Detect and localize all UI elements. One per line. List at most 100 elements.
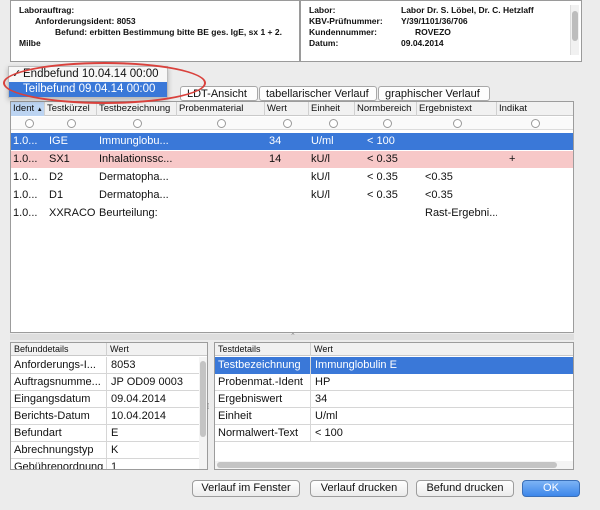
table-row[interactable]: 1.0... D2 Dermatopha... kU/l < 0.35 <0.3… bbox=[11, 169, 573, 186]
list-item[interactable]: Eingangsdatum 09.04.2014 bbox=[11, 391, 207, 408]
list-item[interactable]: Testbezeichnung Immunglobulin E bbox=[215, 357, 573, 374]
column-header-indikat[interactable]: Indikat bbox=[497, 102, 573, 116]
befund-drucken-button[interactable]: Befund drucken bbox=[416, 480, 514, 497]
cell-probenmaterial bbox=[177, 205, 265, 222]
sort-ascending-icon: ▲ bbox=[36, 107, 43, 113]
cell-einheit: kU/l bbox=[311, 171, 330, 183]
column-header-ergebnistext[interactable]: Ergebnistext bbox=[417, 102, 497, 116]
detail-key: Anforderungs-I... bbox=[11, 357, 107, 374]
detail-value: JP OD09 0003 bbox=[111, 376, 183, 388]
table-header: Ident ▲ Testkürzel Testbezeichnung Probe… bbox=[11, 102, 573, 116]
info-line: Anforderungsident: 8053 bbox=[35, 16, 136, 26]
list-item[interactable]: Einheit U/ml bbox=[215, 408, 573, 425]
cell-normbereich: < 100 bbox=[367, 135, 395, 147]
filter-toggle[interactable] bbox=[67, 119, 76, 128]
cell-ergebnistext bbox=[417, 151, 497, 168]
cell-normbereich: < 0.35 bbox=[367, 153, 398, 165]
testdetails-horizontal-scrollbar[interactable] bbox=[215, 461, 573, 469]
table-row[interactable]: 1.0... XXRACO Beurteilung: Rast-Ergebni.… bbox=[11, 205, 573, 222]
list-item[interactable]: Befundart E bbox=[11, 425, 207, 442]
column-header-probenmaterial[interactable]: Probenmaterial bbox=[177, 102, 265, 116]
cell-indikat bbox=[497, 133, 573, 150]
cell-testbezeichnung: Dermatopha... bbox=[99, 189, 169, 201]
cell-probenmaterial bbox=[177, 133, 265, 150]
cell-wert bbox=[265, 205, 309, 222]
befunddetails-scrollbar[interactable] bbox=[199, 357, 207, 469]
info-scrollbar[interactable] bbox=[570, 5, 579, 55]
info-value: 09.04.2014 bbox=[401, 38, 444, 48]
list-item[interactable]: Auftragsnumme... JP OD09 0003 bbox=[11, 374, 207, 391]
filter-toggle[interactable] bbox=[329, 119, 338, 128]
info-row: Datum: 09.04.2014 bbox=[309, 38, 573, 49]
tab-tabellarischer-verlauf[interactable]: tabellarischer Verlauf bbox=[259, 86, 377, 101]
list-item[interactable]: Probenmat.-Ident HP bbox=[215, 374, 573, 391]
cell-normbereich bbox=[355, 205, 417, 222]
list-item[interactable]: Gebührenordnung 1 bbox=[11, 459, 207, 469]
filter-toggle[interactable] bbox=[531, 119, 540, 128]
resize-grip-icon[interactable]: ⁞ bbox=[207, 402, 209, 411]
column-header-ident[interactable]: Ident ▲ bbox=[11, 102, 45, 116]
filter-toggle[interactable] bbox=[217, 119, 226, 128]
column-header-normbereich[interactable]: Normbereich bbox=[355, 102, 417, 116]
list-item[interactable]: Ergebniswert 34 bbox=[215, 391, 573, 408]
info-line: Laborauftrag: bbox=[19, 5, 75, 15]
filter-toggle[interactable] bbox=[383, 119, 392, 128]
column-header-testdetails[interactable]: Testdetails bbox=[215, 343, 311, 356]
cell-normbereich: < 0.35 bbox=[367, 171, 398, 183]
cell-wert: 14 bbox=[269, 153, 282, 165]
detail-key: Ergebniswert bbox=[215, 391, 311, 408]
info-key: Labor: bbox=[309, 5, 336, 15]
filter-toggle[interactable] bbox=[453, 119, 462, 128]
cell-ergebnistext: <0.35 bbox=[425, 189, 453, 201]
column-header-befunddetails[interactable]: Befunddetails bbox=[11, 343, 107, 356]
ok-button[interactable]: OK bbox=[522, 480, 580, 497]
filter-toggle[interactable] bbox=[133, 119, 142, 128]
list-item[interactable]: Anforderungs-I... 8053 bbox=[11, 357, 207, 374]
filter-toggle[interactable] bbox=[283, 119, 292, 128]
cell-ergebnistext bbox=[417, 133, 497, 150]
cell-probenmaterial bbox=[177, 169, 265, 186]
info-row: Labor: Labor Dr. S. Löbel, Dr. C. Hetzlaf… bbox=[309, 5, 573, 16]
verlauf-im-fenster-button[interactable]: Verlauf im Fenster bbox=[192, 480, 300, 497]
detail-key: Abrechnungstyp bbox=[11, 442, 107, 459]
column-header-testkuerzel[interactable]: Testkürzel bbox=[45, 102, 97, 116]
detail-key: Berichts-Datum bbox=[11, 408, 107, 425]
column-header-wert[interactable]: Wert bbox=[311, 343, 573, 356]
annotation-ellipse bbox=[3, 62, 206, 104]
list-item[interactable]: Abrechnungstyp K bbox=[11, 442, 207, 459]
table-row[interactable]: 1.0... D1 Dermatopha... kU/l < 0.35 <0.3… bbox=[11, 187, 573, 204]
info-row: KBV-Prüfnummer: Y/39/1101/36/706 bbox=[309, 16, 573, 27]
column-header-einheit[interactable]: Einheit bbox=[309, 102, 355, 116]
column-header-wert[interactable]: Wert bbox=[265, 102, 309, 116]
splitter-grip-icon: ⌃ bbox=[290, 333, 296, 340]
verlauf-drucken-button[interactable]: Verlauf drucken bbox=[310, 480, 408, 497]
column-header-wert[interactable]: Wert bbox=[107, 343, 201, 356]
cell-testkuerzel: D2 bbox=[49, 171, 64, 183]
info-value: ROVEZO bbox=[415, 27, 451, 37]
cell-einheit: kU/l bbox=[311, 189, 330, 201]
info-row: Kundennummer: ROVEZO bbox=[309, 27, 573, 38]
tab-graphischer-verlauf[interactable]: graphischer Verlauf bbox=[378, 86, 490, 101]
list-item[interactable]: Normalwert-Text < 100 bbox=[215, 425, 573, 442]
cell-testbezeichnung: Beurteilung: bbox=[99, 207, 158, 219]
panel-splitter[interactable]: ⌃ bbox=[10, 333, 574, 340]
cell-testbezeichnung: Immunglobu... bbox=[99, 135, 169, 147]
cell-testbezeichnung: Dermatopha... bbox=[99, 171, 169, 183]
cell-testkuerzel: IGE bbox=[49, 135, 68, 147]
detail-key: Testbezeichnung bbox=[215, 357, 311, 374]
table-row[interactable]: 1.0... IGE Immunglobu... 34 U/ml < 100 bbox=[11, 133, 573, 150]
list-item[interactable]: Berichts-Datum 10.04.2014 bbox=[11, 408, 207, 425]
table-row[interactable]: 1.0... SX1 Inhalationssc... 14 kU/l < 0.… bbox=[11, 151, 573, 168]
info-key: Datum: bbox=[309, 38, 339, 48]
detail-key: Einheit bbox=[215, 408, 311, 425]
detail-value: 8053 bbox=[111, 359, 136, 371]
filter-toggle[interactable] bbox=[25, 119, 34, 128]
detail-value: Immunglobulin E bbox=[315, 359, 397, 371]
detail-value: E bbox=[111, 427, 119, 439]
cell-ident: 1.0... bbox=[13, 135, 38, 147]
cell-wert bbox=[265, 169, 309, 186]
column-header-testbezeichnung[interactable]: Testbezeichnung bbox=[97, 102, 177, 116]
info-key: KBV-Prüfnummer: bbox=[309, 16, 383, 26]
detail-key: Befundart bbox=[11, 425, 107, 442]
detail-value: 09.04.2014 bbox=[111, 393, 167, 405]
